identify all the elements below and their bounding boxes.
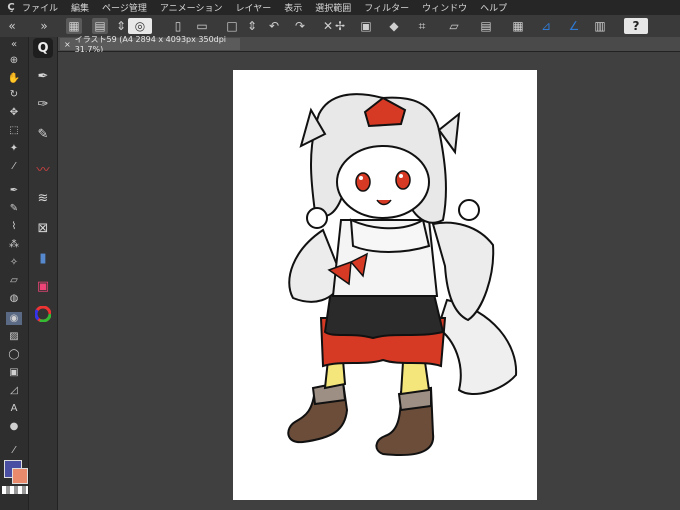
pen-icon[interactable]: ✒ [6,184,22,197]
symmetry-ruler-icon[interactable]: ∠ [566,18,582,34]
grid-icon[interactable]: ▦ [510,18,526,34]
stroke-icon[interactable]: 〰 [33,158,53,178]
decoration-icon[interactable]: ✧ [6,256,22,269]
document-tab-title: イラスト59 (A4 2894 x 4093px 350dpi 31.7%) [74,35,227,54]
marker-icon[interactable]: ✎ [33,124,53,144]
selection-icon[interactable]: ⬚ [6,124,22,137]
pencil-icon[interactable]: ✎ [6,202,22,215]
open-folder-icon[interactable]: ▭ [194,18,210,34]
menu-window[interactable]: ウィンドウ [422,1,467,14]
transparent-color-swatch[interactable] [2,486,28,494]
app-logo-icon: Ç [7,2,15,13]
collapse-right-icon[interactable]: » [36,18,52,34]
menu-edit[interactable]: 編集 [71,1,89,14]
menu-view[interactable]: 表示 [284,1,302,14]
pattern-icon[interactable]: ≋ [33,188,53,208]
correction-icon[interactable]: ⁄ [6,444,22,457]
move-icon[interactable]: ✥ [6,106,22,119]
spinner-icon[interactable]: ⇕ [113,18,129,34]
document-tab[interactable]: × イラスト59 (A4 2894 x 4093px 350dpi 31.7%) [60,35,240,54]
color-wheel-icon[interactable] [33,304,53,324]
snap-icon[interactable]: ▤ [478,18,494,34]
gradient-icon[interactable]: ▨ [6,330,22,343]
text-icon[interactable]: A [6,402,22,415]
import-icon[interactable]: ▤ [92,18,108,34]
undo-icon[interactable]: ↶ [266,18,282,34]
hand-icon[interactable]: ✋ [6,72,22,85]
stepper-icon[interactable]: ⇕ [244,18,260,34]
help-icon[interactable]: ? [624,18,648,34]
fill-icon[interactable]: ◆ [386,18,402,34]
sub-color-swatch[interactable] [12,468,28,484]
figure-icon[interactable]: ◯ [6,348,22,361]
eyedropper-icon[interactable]: ⁄ [6,160,22,173]
menu-page[interactable]: ページ管理 [102,1,147,14]
new-file-icon[interactable]: ▯ [170,18,186,34]
balloon-icon[interactable]: ● [6,420,22,433]
quick-access-icon[interactable]: Q [33,38,53,58]
layer-color-icon[interactable]: ▮ [33,248,53,268]
menu-selection[interactable]: 選択範囲 [315,1,351,14]
menu-help[interactable]: ヘルプ [480,1,507,14]
rotate-icon[interactable]: ↻ [6,88,22,101]
menu-file[interactable]: ファイル [22,1,58,14]
save-icon[interactable]: □ [224,18,240,34]
g-pen-icon[interactable]: ✑ [33,94,53,114]
collapse-left-icon[interactable]: « [4,18,20,34]
ruler-tool-icon[interactable]: ◿ [6,384,22,397]
texture-icon[interactable]: ⊠ [33,218,53,238]
transform-icon[interactable]: ✢ [332,18,348,34]
color-swatches[interactable] [2,458,28,498]
special-ruler-icon[interactable]: ▥ [592,18,608,34]
perspective-ruler-icon[interactable]: ⊿ [538,18,554,34]
auto-select-icon[interactable]: ✦ [6,142,22,155]
pen-subtool-icon[interactable]: ✒ [33,66,53,86]
menu-animation[interactable]: アニメーション [160,1,223,14]
eraser-icon[interactable]: ▱ [6,274,22,287]
tab-close-icon[interactable]: × [64,40,71,49]
document-tab-bar: × イラスト59 (A4 2894 x 4093px 350dpi 31.7%) [58,35,680,54]
brush-icon[interactable]: ⌇ [6,220,22,233]
menu-layer[interactable]: レイヤー [236,1,272,14]
cloud-sync-icon[interactable]: ◎ [128,18,152,34]
crop-icon[interactable]: ▣ [358,18,374,34]
color-slider-icon[interactable]: ▣ [33,276,53,296]
frame-icon[interactable]: ▣ [6,366,22,379]
airbrush-icon[interactable]: ⁂ [6,238,22,251]
zoom-icon[interactable]: ⊕ [6,54,22,67]
canvas-paper[interactable] [233,70,537,500]
redo-icon[interactable]: ↷ [292,18,308,34]
collapse-palette-icon[interactable]: « [6,38,22,51]
blend-icon[interactable]: ◍ [6,292,22,305]
character-illustration [287,93,518,456]
menu-filter[interactable]: フィルター [364,1,409,14]
menu-bar: Ç ファイル 編集 ページ管理 アニメーション レイヤー 表示 選択範囲 フィル… [0,0,680,15]
select-frame-icon[interactable]: ⌗ [414,18,430,34]
ruler-icon[interactable]: ▱ [446,18,462,34]
fill-tool-icon[interactable]: ◉ [6,312,22,325]
new-canvas-icon[interactable]: ▦ [66,18,82,34]
